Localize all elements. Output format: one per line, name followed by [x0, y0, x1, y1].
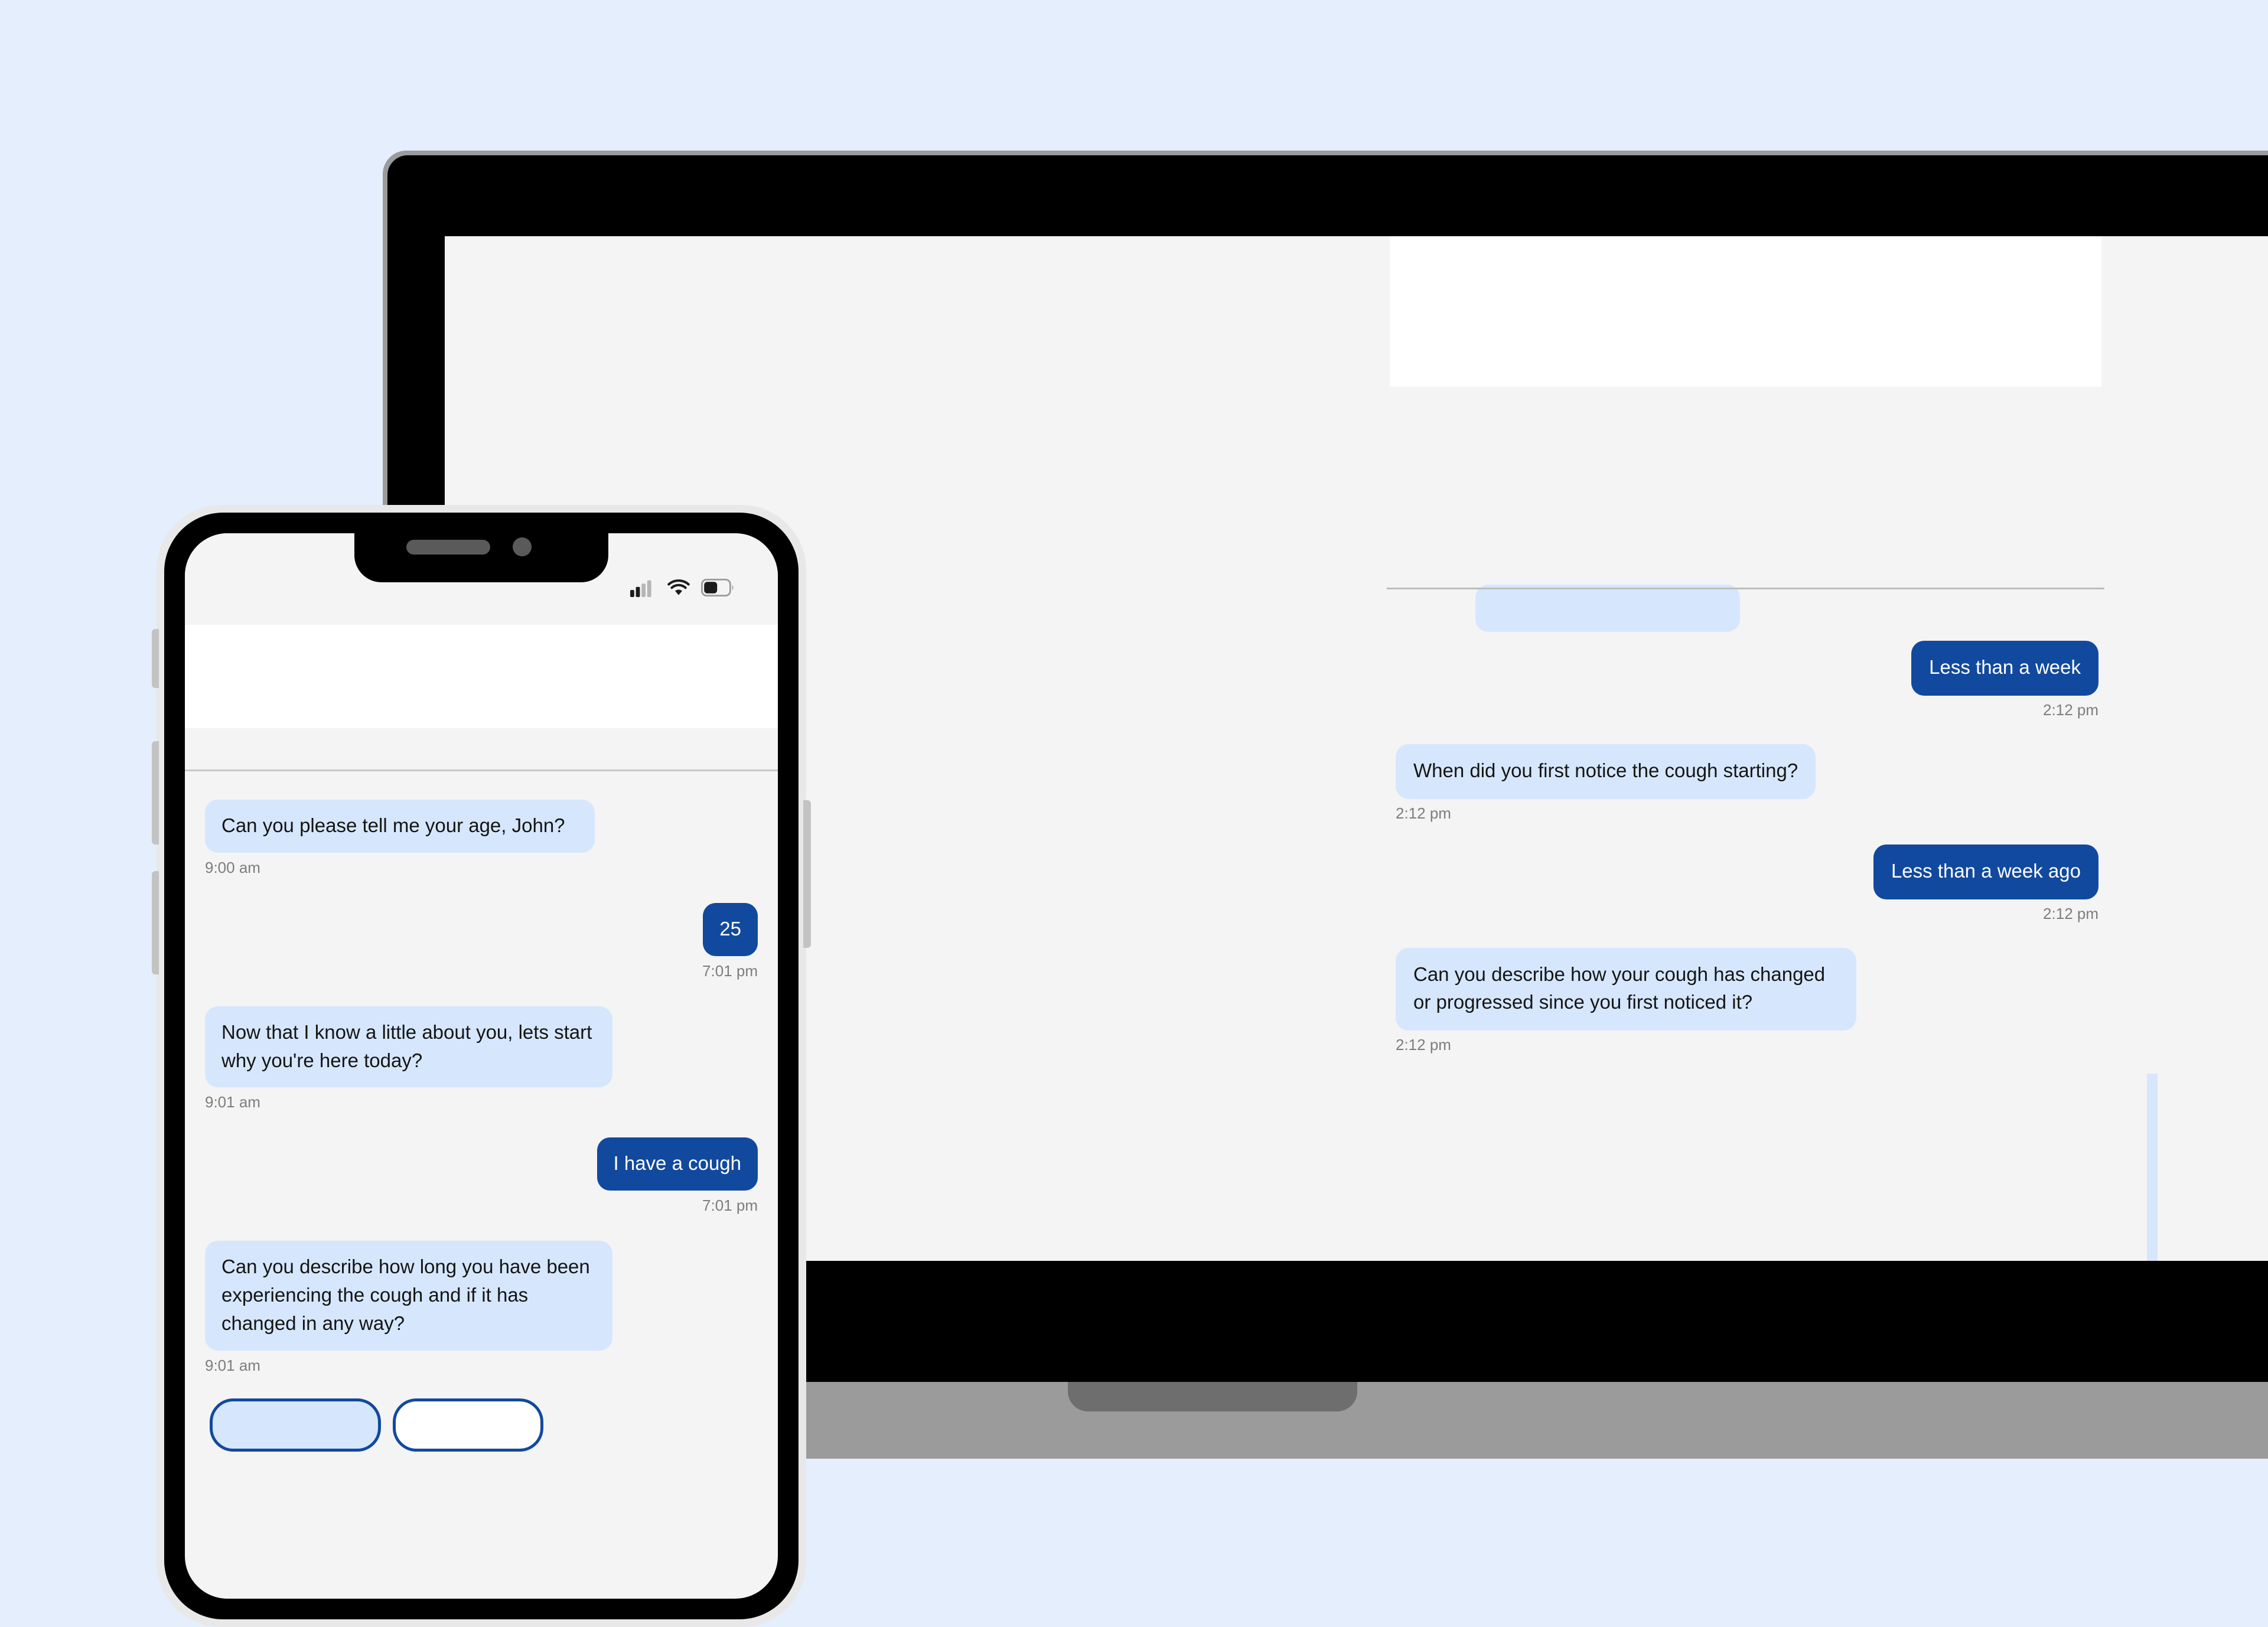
- phone-power-button[interactable]: [803, 800, 811, 948]
- phone-volume-up-button[interactable]: [152, 741, 159, 845]
- bot-message-bubble: Can you describe how long you have been …: [205, 1241, 612, 1351]
- message-row: Less than a week ago 2:12 pm: [1873, 845, 2098, 923]
- phone-mute-switch[interactable]: [152, 629, 159, 688]
- laptop-scrollbar[interactable]: [2147, 1074, 2158, 1261]
- message-timestamp: 9:01 am: [205, 1356, 260, 1374]
- phone-quick-reply-chip-2[interactable]: [393, 1398, 543, 1452]
- laptop-app-header: [1390, 236, 2101, 387]
- message-row: 25 7:01 pm: [205, 902, 758, 980]
- phone-quick-reply-chip-1[interactable]: [210, 1398, 381, 1452]
- message-timestamp: 9:00 am: [205, 858, 260, 876]
- message-timestamp: 2:12 pm: [1396, 1035, 1451, 1054]
- bot-message-bubble: Can you describe how your cough has chan…: [1396, 948, 1856, 1031]
- cellular-signal-icon: [630, 578, 656, 600]
- user-message-bubble: Less than a week ago: [1873, 845, 2098, 899]
- phone-screen: Can you please tell me your age, John? 9:…: [185, 533, 778, 1599]
- bot-message-bubble: Now that I know a little about you, lets…: [205, 1006, 612, 1088]
- message-row: Can you describe how your cough has chan…: [1396, 948, 1856, 1054]
- message-row: When did you first notice the cough star…: [1396, 744, 1845, 823]
- phone-earpiece-speaker: [406, 540, 490, 555]
- message-row: Less than a week 2:12 pm: [1911, 641, 2098, 719]
- laptop-progress-stepper[interactable]: [1393, 560, 2098, 613]
- laptop-base-notch: [1068, 1382, 1357, 1411]
- phone-status-icons: [630, 578, 734, 600]
- user-message-bubble: 25: [703, 902, 758, 956]
- message-timestamp: 2:12 pm: [2043, 904, 2098, 922]
- message-timestamp: 7:01 pm: [702, 1196, 758, 1215]
- message-timestamp: 7:01 pm: [702, 961, 758, 980]
- bot-message-bubble: Can you please tell me your age, John?: [205, 800, 595, 853]
- phone-device: Can you please tell me your age, John? 9:…: [152, 505, 811, 1627]
- user-message-bubble: I have a cough: [597, 1137, 758, 1191]
- laptop-message-list[interactable]: Less than a week 2:12 pm When did you firs…: [1390, 626, 2104, 1261]
- phone-front-camera: [513, 537, 532, 556]
- message-timestamp: 9:01 am: [205, 1093, 260, 1111]
- message-timestamp: 2:12 pm: [2043, 700, 2098, 719]
- message-row: Can you please tell me your age, John? 9:…: [205, 800, 758, 877]
- phone-app-header: [185, 625, 778, 728]
- phone-volume-down-button[interactable]: [152, 871, 159, 974]
- battery-icon: [700, 578, 734, 599]
- phone-notch: [354, 513, 608, 582]
- message-row: Can you describe how long you have been …: [205, 1241, 758, 1375]
- message-timestamp: 2:12 pm: [1396, 804, 1451, 822]
- message-row: Now that I know a little about you, lets…: [205, 1006, 758, 1112]
- message-row: I have a cough 7:01 pm: [205, 1137, 758, 1215]
- phone-message-list[interactable]: Can you please tell me your age, John? 9:…: [185, 784, 778, 1599]
- bot-message-bubble: When did you first notice the cough star…: [1396, 744, 1816, 799]
- wifi-icon: [666, 578, 691, 600]
- user-message-bubble: Less than a week: [1911, 641, 2098, 696]
- phone-quick-reply-chips[interactable]: [205, 1398, 758, 1452]
